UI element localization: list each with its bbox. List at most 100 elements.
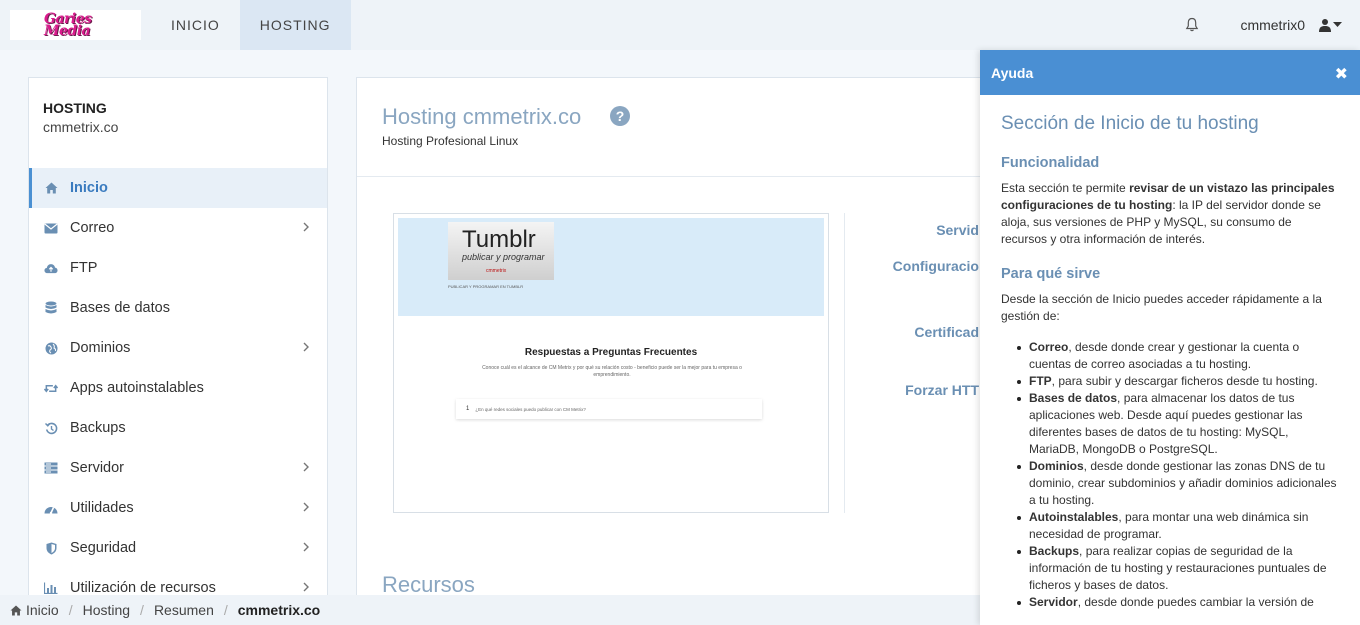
help-text: Esta sección te permite (1001, 181, 1130, 195)
nav-hosting-label: HOSTING (259, 17, 331, 33)
nav-inicio[interactable]: INICIO (151, 0, 240, 50)
chevron-right-icon (303, 502, 309, 512)
sidebar-item-correo[interactable]: Correo (29, 208, 327, 248)
breadcrumb: Inicio / Hosting / Resumen / cmmetrix.co (0, 595, 980, 625)
nav-hosting[interactable]: HOSTING (239, 0, 351, 50)
server-icon (44, 461, 58, 475)
chevron-right-icon (303, 222, 309, 232)
help-item-bold: Correo (1029, 340, 1069, 354)
sidebar-domain: cmmetrix.co (43, 119, 119, 135)
preview-faq-text: Conoce cuál es el alcance de CM Metrix y… (482, 365, 742, 378)
breadcrumb-separator: / (140, 602, 144, 618)
breadcrumb-label: cmmetrix.co (237, 602, 321, 618)
dashboard-icon (44, 501, 58, 515)
home-icon (10, 604, 22, 616)
breadcrumb-hosting[interactable]: Hosting (83, 602, 130, 618)
cloud-upload-icon (44, 261, 58, 275)
help-list-item: FTP, para subir y descargar ficheros des… (1017, 373, 1339, 390)
help-list: Correo, desde donde crear y gestionar la… (1001, 339, 1339, 611)
history-icon (44, 421, 58, 435)
info-label-forzar-https: Forzar HTT (905, 382, 979, 398)
page-title: Hosting cmmetrix.co (382, 104, 582, 129)
help-item-text: , para subir y descargar ficheros desde … (1051, 374, 1318, 388)
sidebar-item-label: Servidor (70, 460, 124, 476)
preview-card: Tumblr publicar y programar cmmetrix (448, 222, 554, 280)
user-menu-toggle[interactable] (1319, 18, 1342, 32)
sidebar-item-label: Utilidades (70, 500, 134, 516)
sidebar-item-inicio[interactable]: Inicio (29, 168, 327, 208)
username[interactable]: cmmetrix0 (1240, 17, 1305, 33)
preview-faq-question-text: ¿En qué redes sociales puedo publicar co… (475, 406, 586, 412)
help-panel: Ayuda ✖ Sección de Inicio de tu hosting … (980, 50, 1360, 625)
home-icon (44, 181, 58, 195)
breadcrumb-label: Inicio (26, 602, 59, 618)
info-label-configuracion: Configuracio (892, 258, 979, 274)
globe-icon (44, 341, 58, 355)
sidebar-title: HOSTING (43, 100, 107, 116)
help-list-item: Bases de datos, para almacenar los datos… (1017, 390, 1339, 458)
preview-card-logo: cmmetrix (486, 268, 507, 274)
chevron-right-icon (303, 462, 309, 472)
sidebar-item-utilidades[interactable]: Utilidades (29, 488, 327, 528)
breadcrumb-label: Hosting (82, 602, 131, 618)
sidebar-item-label: Seguridad (70, 540, 137, 556)
help-title: Sección de Inicio de tu hosting (1001, 113, 1259, 134)
top-navbar: Garies Media INICIO HOSTING cmmetrix0 (0, 0, 1360, 50)
user-icon (1319, 19, 1331, 32)
help-item-bold: Backups (1029, 544, 1080, 558)
help-paragraph-funcionalidad: Esta sección te permite revisar de un vi… (1001, 180, 1339, 248)
preview-banner: Tumblr publicar y programar cmmetrix PUB… (398, 218, 824, 316)
preview-faq-number: 1 (466, 406, 470, 412)
help-item-bold: Servidor (1029, 595, 1078, 609)
sidebar-item-servidor[interactable]: Servidor (29, 448, 327, 488)
help-heading-para-que-sirve: Para qué sirve (1001, 266, 1101, 282)
sidebar-item-label: Dominios (70, 340, 131, 356)
breadcrumb-current: cmmetrix.co (238, 602, 320, 618)
help-header: Ayuda ✖ (980, 50, 1360, 95)
sidebar-item-seguridad[interactable]: Seguridad (29, 528, 327, 568)
breadcrumb-resumen[interactable]: Resumen (154, 602, 214, 618)
question-circle-icon[interactable]: ? (610, 106, 630, 126)
sidebar-item-label: Inicio (70, 180, 108, 196)
sidebar-item-dominios[interactable]: Dominios (29, 328, 327, 368)
sidebar-item-label: Correo (70, 220, 115, 236)
preview-faq-title: Respuestas a Preguntas Frecuentes (524, 347, 698, 358)
help-item-bold: Autoinstalables (1029, 510, 1119, 524)
help-list-item: Correo, desde donde crear y gestionar la… (1017, 339, 1339, 373)
help-body: Sección de Inicio de tu hosting Funciona… (980, 95, 1360, 611)
help-item-bold: FTP (1029, 374, 1052, 388)
help-item-text: , desde donde crear y gestionar la cuent… (1029, 340, 1300, 371)
sidebar-item-ftp[interactable]: FTP (29, 248, 327, 288)
help-list-item: Servidor, desde donde puedes cambiar la … (1017, 594, 1339, 611)
brand-logo[interactable]: Garies Media (10, 10, 141, 40)
nav-inicio-label: INICIO (171, 17, 220, 33)
sidebar-item-apps-autoinstalables[interactable]: Apps autoinstalables (29, 368, 327, 408)
sidebar-item-label: Bases de datos (70, 300, 170, 316)
help-item-text: , desde donde puedes cambiar la versión … (1077, 595, 1314, 609)
preview-card-title: Tumblr (462, 226, 536, 253)
help-list-item: Autoinstalables, para montar una web din… (1017, 509, 1339, 543)
preview-caption: PUBLICAR Y PROGRAMAR EN TUMBLR (448, 284, 524, 289)
envelope-icon (44, 221, 58, 235)
logo-text: Garies Media (44, 11, 92, 39)
site-preview[interactable]: Tumblr publicar y programar cmmetrix PUB… (393, 213, 829, 513)
close-icon[interactable]: ✖ (1335, 64, 1348, 84)
bar-chart-icon (44, 581, 58, 595)
vertical-divider (844, 213, 845, 513)
sidebar-item-bases-de-datos[interactable]: Bases de datos (29, 288, 327, 328)
info-label-servidor: Servid (936, 222, 979, 238)
sidebar-item-backups[interactable]: Backups (29, 408, 327, 448)
shield-icon (44, 541, 58, 555)
bell-icon[interactable] (1184, 17, 1200, 33)
sidebar-item-label: Apps autoinstalables (70, 380, 204, 396)
breadcrumb-inicio[interactable]: Inicio (10, 602, 59, 618)
preview-card-subtitle: publicar y programar (462, 252, 545, 262)
sidebar-header: HOSTING cmmetrix.co (29, 78, 327, 168)
help-list-item: Backups, para realizar copias de segurid… (1017, 543, 1339, 594)
sidebar: HOSTING cmmetrix.co Inicio Correo FTP Ba… (28, 77, 328, 607)
help-list-item: Dominios, desde donde gestionar las zona… (1017, 458, 1339, 509)
preview-faq-question: 1 ¿En qué redes sociales puedo publicar … (456, 399, 762, 419)
sidebar-item-label: Utilización de recursos (70, 580, 216, 596)
chevron-right-icon (303, 342, 309, 352)
caret-down-icon (1333, 22, 1342, 27)
